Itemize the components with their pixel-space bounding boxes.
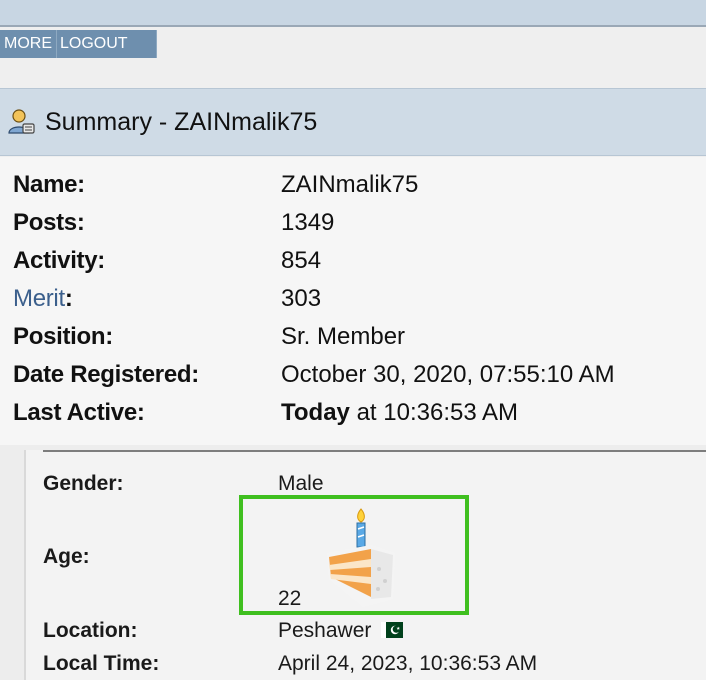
row-last-active: Last Active: Today at 10:36:53 AM: [0, 399, 706, 437]
date-registered-label: Date Registered:: [13, 361, 199, 388]
page-title: Summary - ZAINmalik75: [45, 107, 318, 136]
row-posts: Posts: 1349: [0, 209, 706, 247]
location-value-wrap: Peshawer: [278, 619, 404, 643]
merit-colon: :: [64, 285, 73, 312]
local-time-value: April 24, 2023, 10:36:53 AM: [278, 652, 538, 675]
row-date-registered: Date Registered: October 30, 2020, 07:55…: [0, 361, 706, 399]
profile-summary: Name: ZAINmalik75 Posts: 1349 Activity: …: [0, 157, 706, 445]
activity-label: Activity:: [13, 247, 105, 274]
merit-link[interactable]: Merit: [13, 285, 65, 312]
divider: [43, 450, 706, 452]
tab-logout[interactable]: LOGOUT: [57, 30, 157, 58]
last-active-time: at 10:36:53 AM: [349, 399, 519, 426]
last-active-value: Today at 10:36:53 AM: [281, 399, 518, 427]
posts-label: Posts:: [13, 209, 85, 236]
last-active-today: Today: [281, 399, 350, 426]
nav-tabs: MORE LOGOUT: [0, 30, 157, 58]
row-activity: Activity: 854: [0, 247, 706, 285]
activity-value: 854: [281, 247, 322, 274]
date-registered-value: October 30, 2020, 07:55:10 AM: [281, 361, 615, 388]
local-time-label: Local Time:: [43, 652, 160, 675]
summary-header: Summary - ZAINmalik75: [0, 88, 706, 156]
name-label: Name:: [13, 171, 85, 198]
pakistan-flag-icon: [381, 620, 404, 638]
age-highlight-box: 22: [239, 495, 469, 615]
merit-value: 303: [281, 285, 322, 312]
gender-value: Male: [278, 472, 324, 495]
top-bar: [0, 0, 706, 27]
last-active-label: Last Active:: [13, 399, 145, 426]
row-position: Position: Sr. Member: [0, 323, 706, 361]
age-label: Age:: [43, 545, 90, 568]
location-label: Location:: [43, 619, 138, 642]
position-value: Sr. Member: [281, 323, 406, 350]
tab-more[interactable]: MORE: [0, 30, 57, 58]
merit-label: Merit:: [13, 285, 73, 313]
birthday-cake-icon: [323, 507, 399, 607]
gender-label: Gender:: [43, 472, 124, 495]
age-value: 22: [278, 587, 302, 610]
name-value: ZAINmalik75: [281, 171, 419, 198]
posts-value: 1349: [281, 209, 335, 236]
position-label: Position:: [13, 323, 113, 350]
row-merit: Merit: 303: [0, 285, 706, 323]
row-name: Name: ZAINmalik75: [0, 171, 706, 209]
user-icon: [6, 107, 36, 137]
location-value: Peshawer: [278, 619, 372, 642]
